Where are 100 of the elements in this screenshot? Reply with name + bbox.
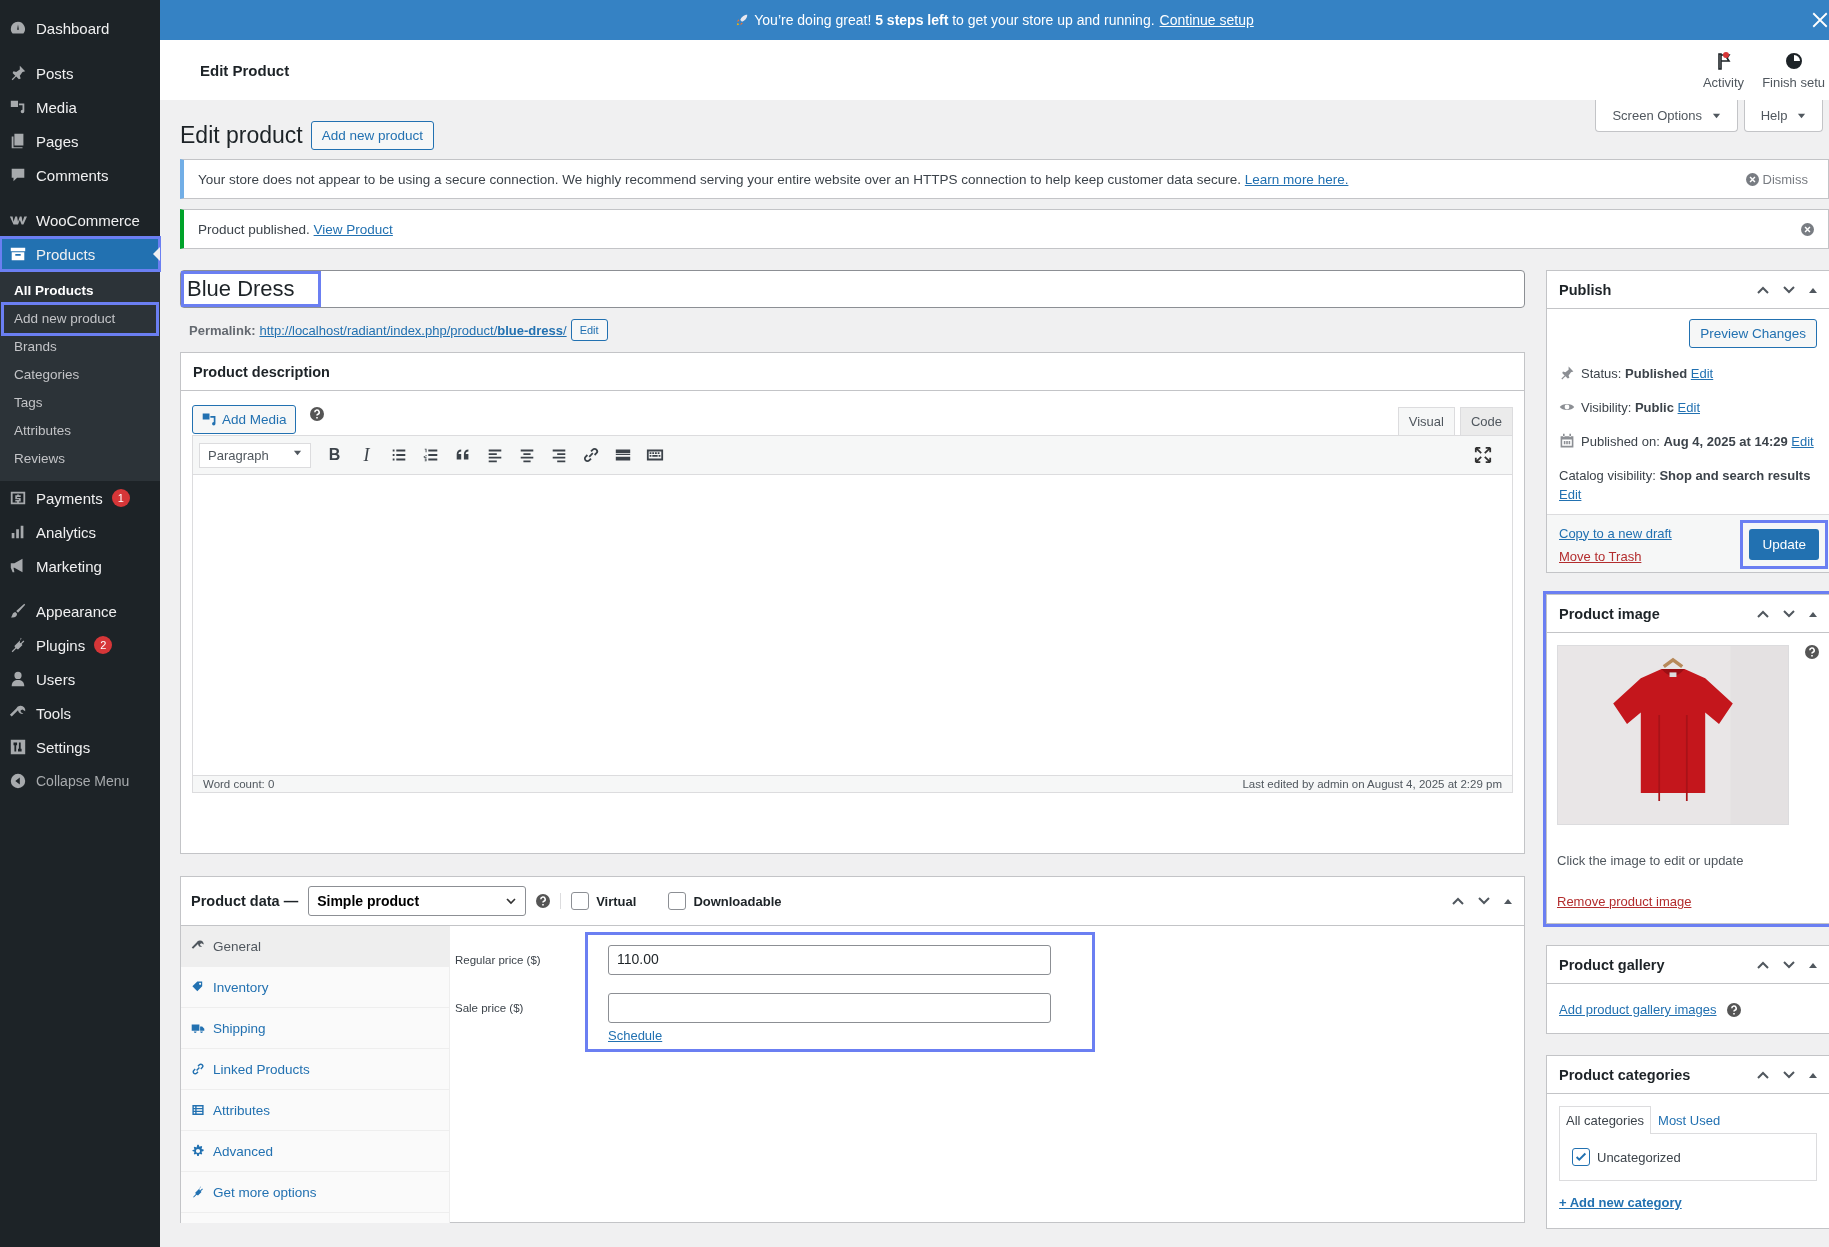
- checkbox[interactable]: [571, 892, 590, 910]
- permalink-link[interactable]: http://localhost/radiant/index.php/product/blue-dress/: [259, 322, 567, 338]
- checkbox[interactable]: [668, 892, 687, 910]
- sidebar-item[interactable]: Appearance: [0, 594, 160, 628]
- category-tab[interactable]: Most Used: [1651, 1106, 1728, 1134]
- category-tab[interactable]: All categories: [1559, 1106, 1652, 1134]
- field-label: Sale price ($): [455, 1002, 524, 1014]
- close-icon[interactable]: [1811, 11, 1829, 29]
- submenu-item[interactable]: Reviews: [4, 445, 156, 473]
- editor-tab[interactable]: Code: [1459, 407, 1513, 435]
- notice-link[interactable]: Learn more here.: [1244, 171, 1349, 187]
- edit-link[interactable]: Edit: [1791, 433, 1814, 449]
- sidebar-item[interactable]: Plugins 2: [0, 628, 160, 662]
- sidebar-item[interactable]: Collapse Menu: [0, 764, 160, 798]
- publish-info: Visibility: Public Edit: [1581, 399, 1700, 415]
- panel-title: Product gallery: [1559, 956, 1665, 973]
- close-icon: [1745, 172, 1759, 186]
- settings-icon: [9, 738, 27, 756]
- calendar-icon: [1559, 433, 1575, 449]
- help-icon[interactable]: [1726, 1002, 1741, 1017]
- add-new-product-button[interactable]: Add new product: [310, 120, 435, 150]
- product-data-tab[interactable]: Shipping: [181, 1008, 449, 1049]
- sidebar-item[interactable]: Settings: [0, 730, 160, 764]
- sidebar-item[interactable]: Posts: [0, 56, 160, 90]
- check-icon: [1574, 1150, 1588, 1164]
- plug-icon: [191, 1185, 205, 1199]
- add-category-link[interactable]: + Add new category: [1559, 1195, 1682, 1210]
- continue-setup-link[interactable]: Continue setup: [1159, 12, 1254, 28]
- edit-link[interactable]: Edit: [1559, 487, 1582, 502]
- link-icon: [191, 1062, 205, 1076]
- collapse-icon: [9, 772, 27, 790]
- remove-image-link[interactable]: Remove product image: [1557, 894, 1692, 909]
- checkbox[interactable]: [1572, 1148, 1590, 1166]
- panel-title: Product image: [1559, 605, 1660, 622]
- sidebar-item[interactable]: Tools: [0, 696, 160, 730]
- title-field[interactable]: Blue Dress: [180, 270, 1525, 308]
- sidebar-item[interactable]: Payments 1: [0, 481, 160, 515]
- sidebar-item[interactable]: Comments: [0, 158, 160, 192]
- submenu-item[interactable]: Add new product: [4, 305, 156, 333]
- pin-icon: [9, 64, 27, 82]
- option-label: Virtual: [596, 893, 637, 909]
- product-data-tab[interactable]: Advanced: [181, 1131, 449, 1172]
- dismiss-button[interactable]: Dismiss: [1739, 170, 1814, 188]
- current-menu-pointer: [153, 247, 160, 261]
- submenu-item[interactable]: Attributes: [4, 417, 156, 445]
- bold-button[interactable]: B: [322, 441, 347, 469]
- sidebar-item[interactable]: Analytics: [0, 515, 160, 549]
- screen-tab-button[interactable]: Screen Options: [1595, 100, 1738, 132]
- plug-icon: [9, 636, 27, 654]
- price-field[interactable]: [608, 993, 1051, 1023]
- sidebar-item[interactable]: Dashboard: [0, 11, 160, 45]
- italic-button[interactable]: I: [354, 441, 379, 469]
- user-icon: [9, 670, 27, 688]
- trash-link[interactable]: Move to Trash: [1559, 548, 1672, 564]
- dollar-icon: [9, 489, 27, 507]
- submenu-item[interactable]: Categories: [4, 361, 156, 389]
- copy-draft-link[interactable]: Copy to a new draft: [1559, 525, 1672, 541]
- finish-setup-button[interactable]: Finish setu: [1758, 50, 1829, 90]
- editor-tab[interactable]: Visual: [1397, 407, 1455, 435]
- help-icon[interactable]: [1805, 645, 1819, 659]
- product-type-select[interactable]: Simple product: [308, 886, 527, 916]
- add-media-button[interactable]: Add Media: [192, 404, 296, 434]
- help-icon[interactable]: [536, 894, 551, 908]
- list-icon: [191, 1103, 205, 1117]
- edit-permalink-button[interactable]: Edit: [570, 319, 608, 341]
- publish-info: Published on: Aug 4, 2025 at 14:29 Edit: [1581, 433, 1814, 449]
- submenu-item[interactable]: Tags: [4, 389, 156, 417]
- sidebar-item[interactable]: Media: [0, 90, 160, 124]
- submenu-item[interactable]: Brands: [4, 333, 156, 361]
- product-data-tab[interactable]: Get more options: [181, 1172, 449, 1213]
- preview-changes-button[interactable]: Preview Changes: [1689, 319, 1817, 348]
- sidebar-item[interactable]: WooCommerce: [0, 203, 160, 237]
- caret-icon: [505, 895, 518, 907]
- fullscreen-icon[interactable]: [1474, 446, 1492, 464]
- add-gallery-link[interactable]: Add product gallery images: [1559, 1002, 1717, 1017]
- count-badge: 1: [111, 489, 130, 507]
- page-title: Edit product: [180, 121, 303, 149]
- product-data-tab[interactable]: Inventory: [181, 967, 449, 1008]
- sidebar-item[interactable]: Users: [0, 662, 160, 696]
- sidebar-item[interactable]: Products: [0, 237, 160, 271]
- submenu-item[interactable]: All Products: [4, 277, 156, 305]
- screen-tab-button[interactable]: Help: [1743, 100, 1823, 132]
- category-label: Uncategorized: [1597, 1149, 1681, 1165]
- archive-icon: [9, 245, 27, 263]
- product-data-tab[interactable]: Attributes: [181, 1090, 449, 1131]
- close-icon[interactable]: [1801, 222, 1814, 236]
- edit-link[interactable]: Edit: [1690, 365, 1714, 381]
- sidebar-item[interactable]: Pages: [0, 124, 160, 158]
- sidebar-item[interactable]: Marketing: [0, 549, 160, 583]
- product-data-tab[interactable]: Linked Products: [181, 1049, 449, 1090]
- help-icon[interactable]: [309, 407, 324, 421]
- update-button[interactable]: Update: [1749, 529, 1819, 560]
- schedule-link[interactable]: Schedule: [608, 1028, 1075, 1043]
- notice-link[interactable]: View Product: [313, 221, 393, 237]
- product-data-tab[interactable]: General: [181, 926, 449, 967]
- edit-link[interactable]: Edit: [1677, 399, 1700, 415]
- activity-button[interactable]: Activity: [1698, 50, 1749, 90]
- price-field[interactable]: 110.00: [608, 945, 1051, 975]
- format-select[interactable]: Paragraph: [199, 442, 311, 468]
- tag-icon: [191, 980, 205, 994]
